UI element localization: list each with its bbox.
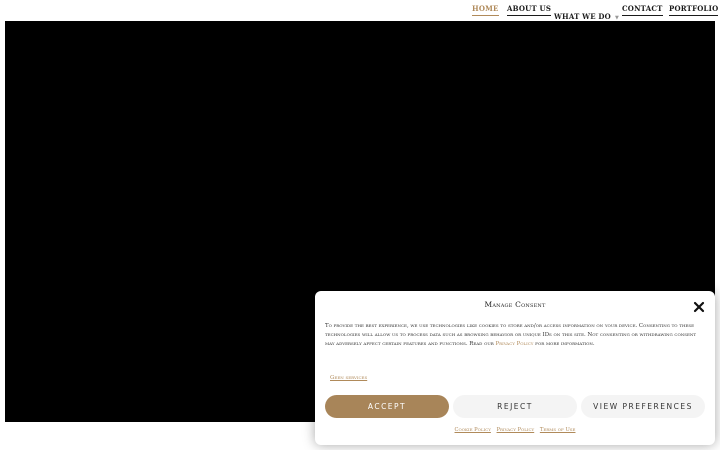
- terms-of-use-link[interactable]: Terms of Use: [540, 427, 576, 433]
- cookie-policy-link[interactable]: Cookie Policy: [455, 427, 491, 433]
- view-preferences-button[interactable]: View preferences: [581, 395, 705, 418]
- accept-button[interactable]: Accept: [325, 395, 449, 418]
- reject-button[interactable]: Reject: [453, 395, 577, 418]
- top-navigation: Home About Us What We Do ▼ Contact Portfo…: [0, 0, 720, 24]
- consent-title: Manage Consent: [484, 300, 546, 309]
- nav-item-contact[interactable]: Contact: [622, 4, 663, 16]
- consent-footer-links: Cookie Policy Privacy Policy Terms of Us…: [315, 427, 715, 433]
- consent-dialog: Manage Consent To provide the best exper…: [315, 291, 715, 445]
- nav-item-about-us[interactable]: About Us: [507, 4, 552, 16]
- nav-item-portfolio[interactable]: Portfolio: [669, 4, 719, 16]
- consent-body: To provide the best experience, we use t…: [325, 322, 707, 349]
- nav-item-home[interactable]: Home: [472, 4, 499, 16]
- privacy-policy-link[interactable]: Privacy Policy: [495, 341, 533, 347]
- deny-services-link[interactable]: Geen services: [330, 375, 367, 381]
- close-icon[interactable]: [693, 298, 705, 313]
- consent-body-suffix: for more information.: [533, 341, 595, 347]
- privacy-policy-footer-link[interactable]: Privacy Policy: [497, 427, 535, 433]
